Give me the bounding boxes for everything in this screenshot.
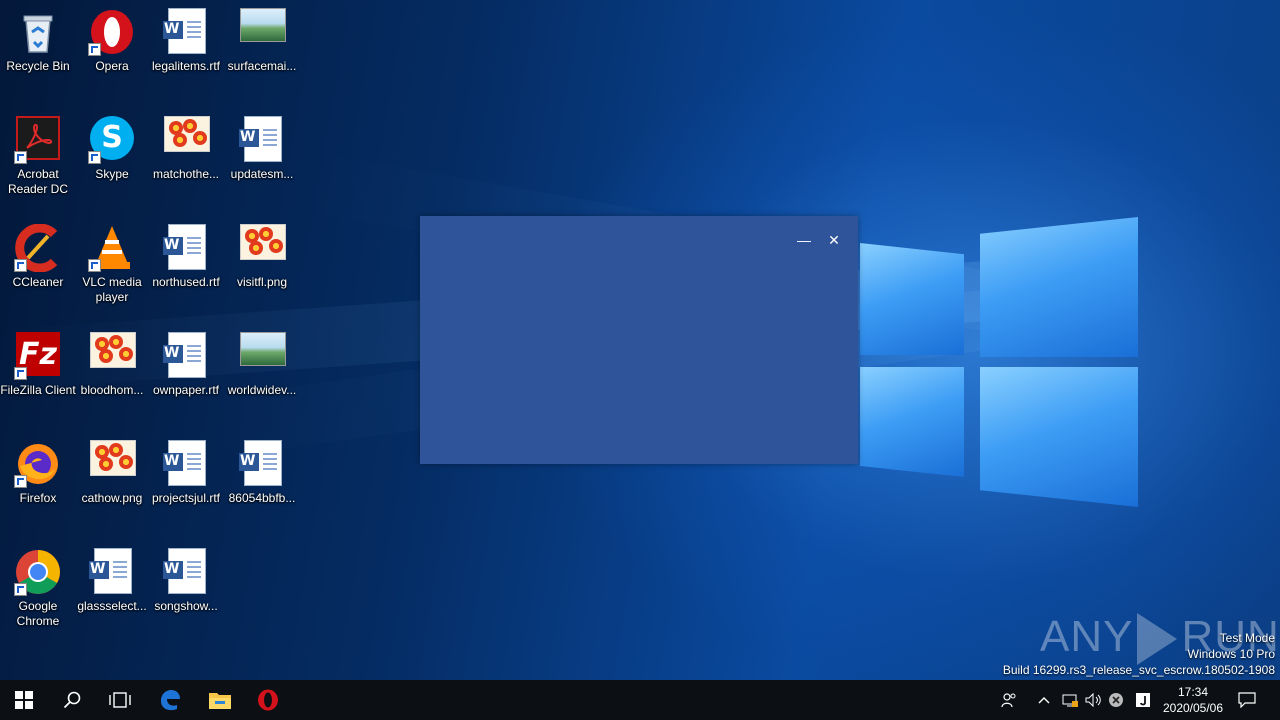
task-view-icon[interactable] — [96, 680, 144, 720]
error-icon[interactable] — [1106, 680, 1126, 720]
desktop-icon-label: ownpaper.rtf — [152, 383, 220, 397]
desktop-icon-label: glassselect... — [77, 599, 147, 613]
desktop-icon-northused[interactable]: W northused.rtf — [148, 216, 224, 290]
search-icon[interactable] — [48, 680, 96, 720]
image-file-icon — [238, 332, 286, 380]
desktop-icon-label: legalitems.rtf — [151, 59, 221, 73]
clock-time: 17:34 — [1177, 685, 1209, 699]
word-document-icon: W — [88, 548, 136, 596]
acrobat-icon — [14, 116, 62, 164]
minimize-button[interactable]: — — [794, 230, 814, 250]
skype-icon: S — [88, 116, 136, 164]
system-info: Test Mode Windows 10 Pro Build 16299.rs3… — [1003, 630, 1275, 678]
image-file-icon — [238, 224, 286, 272]
build-text: Build 16299.rs3_release_svc_escrow.18050… — [1002, 663, 1275, 677]
desktop-icon-label: CCleaner — [12, 275, 64, 289]
desktop-icon-label: VLC media player — [82, 275, 142, 304]
desktop-icon-label: projectsjul.rtf — [151, 491, 221, 505]
image-file-icon — [162, 116, 210, 164]
desktop-icon-glassselect[interactable]: W glassselect... — [74, 540, 150, 614]
people-icon[interactable] — [996, 680, 1022, 720]
desktop-icon-worldwidev[interactable]: worldwidev... — [224, 324, 300, 398]
desktop-icon-opera[interactable]: Opera — [74, 0, 150, 74]
desktop-icon-recycle-bin[interactable]: Recycle Bin — [0, 0, 76, 74]
desktop-icon-ccleaner[interactable]: CCleaner — [0, 216, 76, 290]
close-button[interactable]: ✕ — [824, 230, 844, 250]
word-document-icon: W — [162, 332, 210, 380]
desktop-icon-bloodhom[interactable]: bloodhom... — [74, 324, 150, 398]
desktop-icon-matchothe[interactable]: matchothe... — [148, 108, 224, 182]
desktop-icon-cathow[interactable]: cathow.png — [74, 432, 150, 506]
desktop-icon-vlc[interactable]: VLC media player — [74, 216, 150, 305]
volume-icon[interactable] — [1082, 680, 1104, 720]
windows-logo — [860, 215, 1140, 515]
desktop-icon-label: cathow.png — [81, 491, 143, 505]
edge-icon[interactable] — [146, 680, 194, 720]
image-file-icon — [88, 332, 136, 380]
desktop-icon-surfacemai[interactable]: surfacemai... — [224, 0, 300, 74]
desktop-icon-86054bbfb[interactable]: W 86054bbfb... — [224, 432, 300, 506]
word-document-icon: W — [238, 116, 286, 164]
desktop-icon-label: songshow... — [154, 599, 218, 613]
network-icon[interactable] — [1058, 680, 1082, 720]
chevron-up-icon[interactable] — [1034, 680, 1054, 720]
desktop-icon-skype[interactable]: S Skype — [74, 108, 150, 182]
desktop-icon-label: northused.rtf — [152, 275, 220, 289]
desktop-icon-songshow[interactable]: W songshow... — [148, 540, 224, 614]
desktop-icon-label: Opera — [95, 59, 129, 73]
filezilla-icon: Fz — [14, 332, 62, 380]
chrome-icon — [14, 548, 62, 596]
desktop-icon-label: surfacemai... — [227, 59, 297, 73]
desktop-icon-label: visitfl.png — [236, 275, 288, 289]
desktop-icon-legalitems[interactable]: W legalitems.rtf — [148, 0, 224, 74]
desktop-icon-ownpaper[interactable]: W ownpaper.rtf — [148, 324, 224, 398]
vlc-icon — [88, 224, 136, 272]
app-tray-icon[interactable] — [1132, 680, 1154, 720]
desktop-icon-label: matchothe... — [152, 167, 220, 181]
desktop-icon-firefox[interactable]: Firefox — [0, 432, 76, 506]
desktop-icon-label: Firefox — [19, 491, 57, 505]
desktop-icon-label: Skype — [95, 167, 129, 181]
windows-edition-text: Windows 10 Pro — [1187, 647, 1275, 661]
image-file-icon — [238, 8, 286, 56]
desktop-icon-acrobat[interactable]: Acrobat Reader DC — [0, 108, 76, 197]
desktop-icon-label: 86054bbfb... — [228, 491, 296, 505]
opera-icon[interactable] — [244, 680, 292, 720]
desktop-icon-updatesm[interactable]: W updatesm... — [224, 108, 300, 182]
clock-date: 2020/05/06 — [1162, 701, 1224, 715]
desktop-icon-label: updatesm... — [230, 167, 294, 181]
desktop-icon-label: worldwidev... — [227, 383, 297, 397]
word-document-icon: W — [162, 8, 210, 56]
file-explorer-icon[interactable] — [196, 680, 244, 720]
ccleaner-icon — [14, 223, 62, 273]
opera-icon — [88, 8, 136, 56]
clock[interactable]: 17:34 2020/05/06 — [1160, 684, 1226, 716]
desktop-icon-label: Recycle Bin — [6, 59, 70, 73]
desktop-icon-projectsjul[interactable]: W projectsjul.rtf — [148, 432, 224, 506]
desktop-icon-label: bloodhom... — [80, 383, 144, 397]
desktop-icon-filezilla[interactable]: Fz FileZilla Client — [0, 324, 76, 398]
desktop-icon-chrome[interactable]: Google Chrome — [0, 540, 76, 629]
action-center-icon[interactable] — [1232, 680, 1262, 720]
windows-start-icon[interactable] — [0, 680, 48, 720]
word-document-icon: W — [238, 440, 286, 488]
desktop-icon-label: Acrobat Reader DC — [7, 167, 69, 196]
word-document-icon: W — [162, 548, 210, 596]
desktop-icon-visitfl[interactable]: visitfl.png — [224, 216, 300, 290]
word-document-icon: W — [162, 224, 210, 272]
recycle-bin-icon — [14, 8, 62, 56]
image-file-icon — [88, 440, 136, 488]
desktop-wallpaper: Recycle Bin Acrobat Reader DC CCleaner F… — [0, 0, 1280, 680]
firefox-icon — [14, 440, 62, 488]
test-mode-text: Test Mode — [1219, 631, 1275, 645]
desktop-icon-label: FileZilla Client — [0, 383, 76, 397]
blank-popup-window[interactable]: — ✕ — [420, 216, 858, 464]
desktop-icon-label: Google Chrome — [16, 599, 60, 628]
word-document-icon: W — [162, 440, 210, 488]
taskbar: 17:34 2020/05/06 — [0, 680, 1280, 720]
